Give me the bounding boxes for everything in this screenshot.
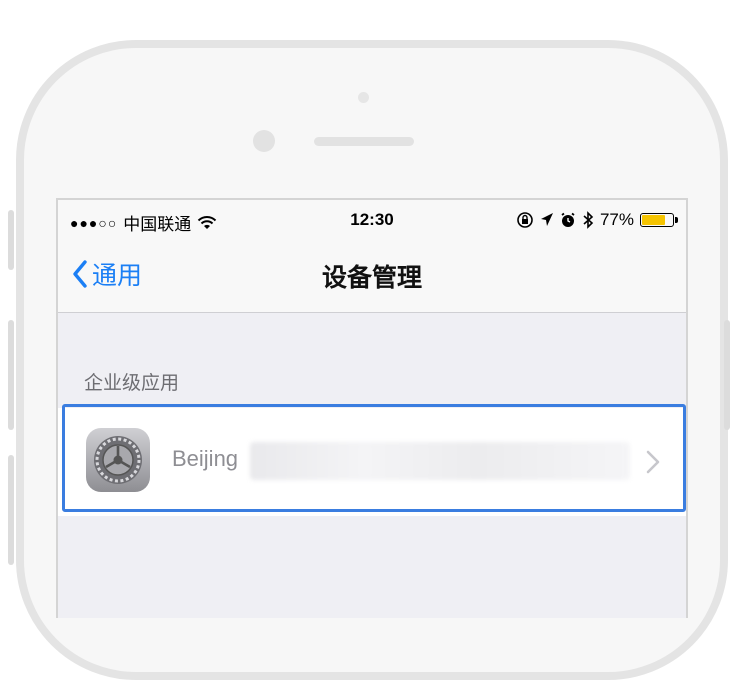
selection-highlight (62, 404, 686, 512)
front-camera (253, 130, 275, 152)
mute-switch (8, 210, 14, 270)
earpiece-speaker (314, 137, 414, 146)
alarm-icon (561, 212, 575, 227)
navigation-bar: ●●●○○ 中国联通 12:30 77% 通用 设备管理 (58, 200, 686, 313)
volume-up-button (8, 320, 14, 430)
bluetooth-icon (583, 211, 594, 229)
section-header: 企业级应用 (84, 373, 180, 394)
battery-fill (642, 215, 666, 225)
power-button (724, 320, 730, 430)
battery-icon (640, 213, 678, 227)
location-icon (540, 213, 553, 226)
volume-down-button (8, 455, 14, 565)
rotation-lock-icon (517, 212, 533, 228)
page-title: 设备管理 (321, 264, 422, 292)
status-right: 77% (516, 210, 678, 230)
phone-screen: ●●●○○ 中国联通 12:30 77% 通用 设备管理 企业级应用 Beiji… (56, 198, 688, 618)
enterprise-app-row[interactable]: Beijing (58, 404, 686, 516)
status-bar: ●●●○○ 中国联通 12:30 77% (58, 200, 686, 240)
battery-tip (675, 217, 678, 223)
proximity-sensor (358, 92, 369, 103)
battery-percentage: 77% (599, 210, 634, 229)
